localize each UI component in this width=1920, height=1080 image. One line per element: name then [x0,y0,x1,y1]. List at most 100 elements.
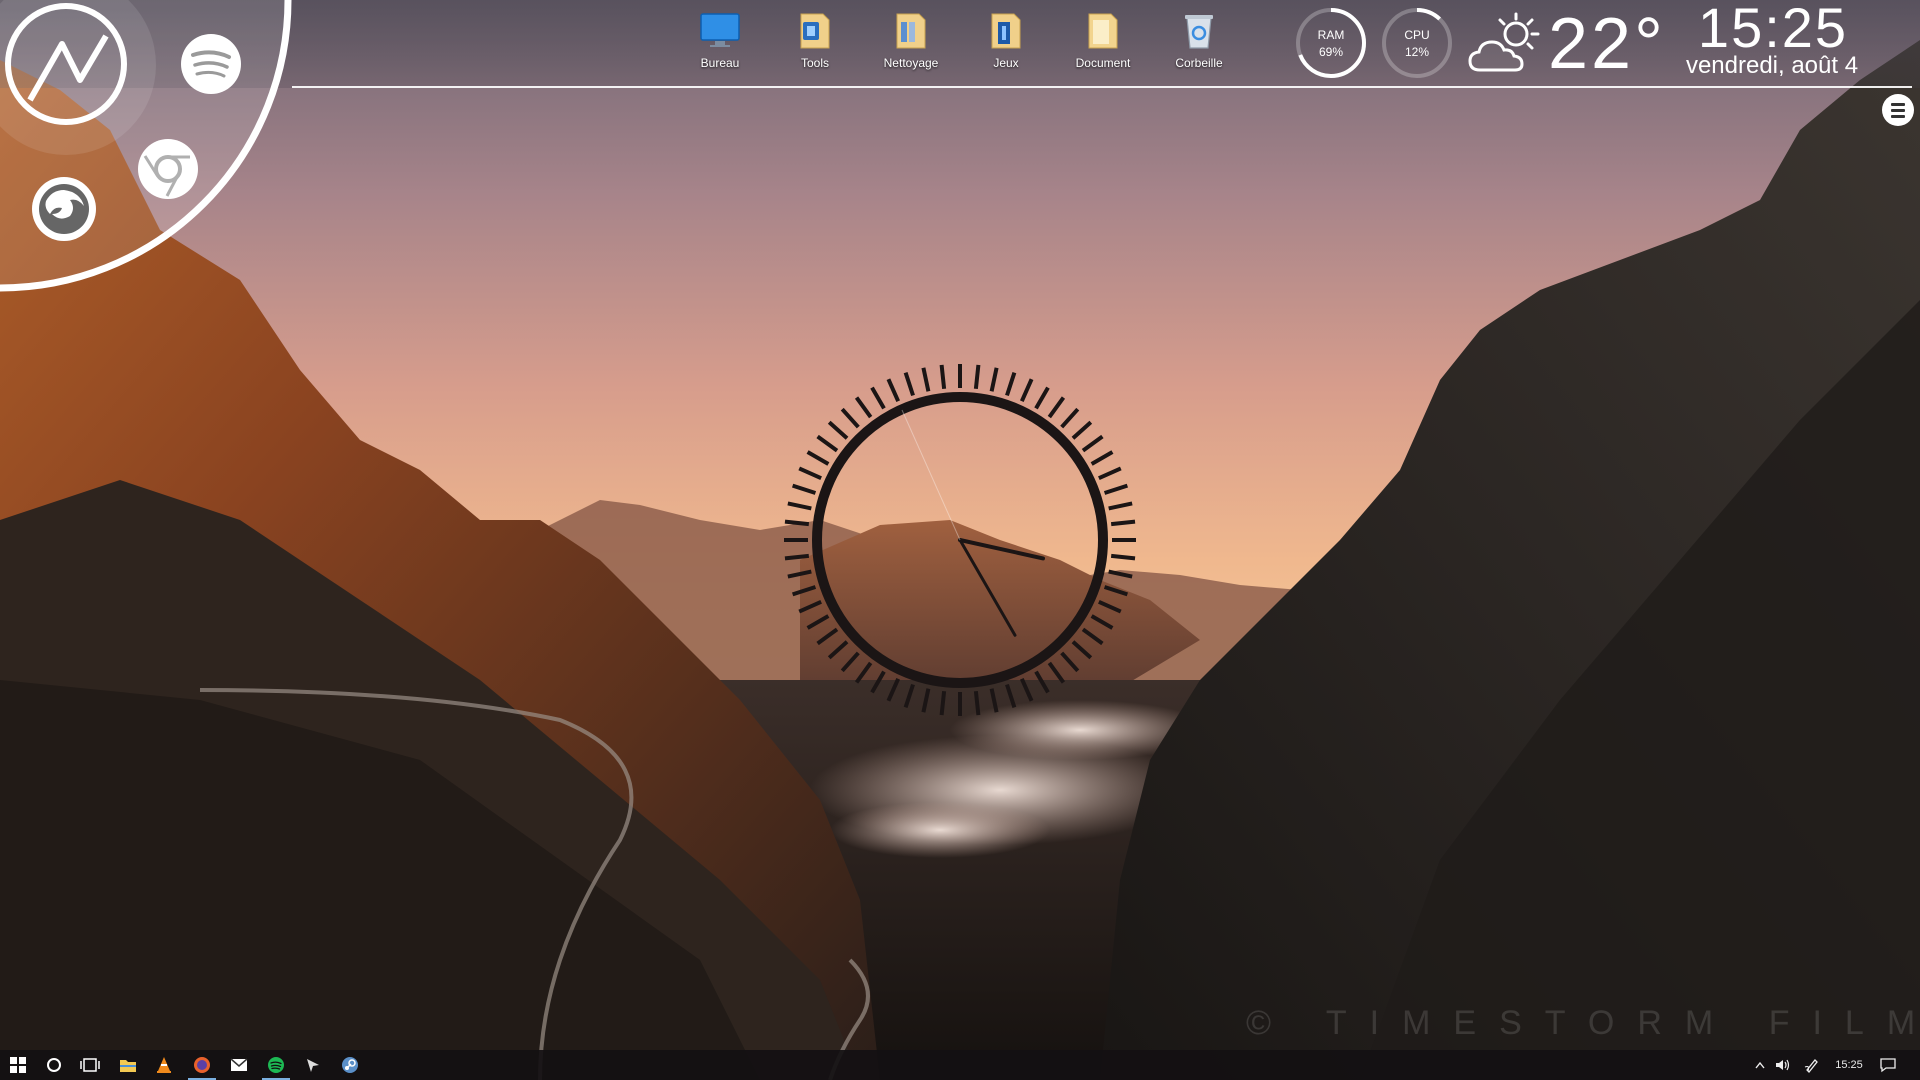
firefox-icon [194,1057,210,1073]
clock-minute-hand [958,538,1017,637]
clock-tick [886,378,901,402]
clock-tick [787,569,812,579]
document-folder-icon [1088,13,1118,49]
clock-tick [784,519,810,527]
clock-tick [1103,483,1129,495]
clock-tick [1047,396,1066,419]
tray-overflow-button[interactable] [1750,1050,1770,1080]
photographer-watermark: © TIMESTORM FILMS [1246,1004,1920,1042]
taskbar-steam[interactable] [332,1050,368,1080]
taskbar-spotify[interactable] [258,1050,294,1080]
chrome-icon[interactable] [138,139,198,199]
clock-hour-hand [958,538,1045,561]
clock-tick [1110,553,1136,561]
shortcut-label: Document [1075,56,1131,70]
volume-button[interactable] [1772,1050,1794,1080]
pen-workspace-button[interactable] [1800,1050,1824,1080]
chevron-up-icon [1755,1061,1765,1069]
menu-icon [1891,103,1905,106]
windows-start-icon [10,1057,26,1073]
shortcut-nettoyage[interactable]: Nettoyage [869,8,953,70]
pin-icon [307,1059,319,1072]
clock-tick [973,690,981,716]
speaker-icon [1776,1059,1790,1071]
hamburger-menu-button[interactable] [1882,94,1914,126]
taskbar-pinned-app[interactable] [295,1050,331,1080]
mail-icon [230,1058,248,1071]
shortcut-bureau[interactable]: Bureau [678,8,762,70]
clock-tick [1090,614,1114,630]
clock-tick [1081,434,1104,453]
firefox-icon[interactable] [32,177,96,241]
shortcut-label: Nettoyage [883,56,939,70]
pen-icon [1804,1059,1818,1073]
spotify-icon [268,1057,284,1073]
clock-tick [989,367,999,392]
shortcut-tools[interactable]: Tools [773,8,857,70]
clock-tick [791,483,817,495]
clock-tick [816,627,839,646]
taskbar-file-explorer[interactable] [110,1050,146,1080]
tools-folder-icon [800,13,830,49]
clock-tick [806,450,830,466]
shortcut-corbeille[interactable]: Corbeille [1157,8,1241,70]
games-folder-icon [991,13,1021,49]
clock-tick [973,364,981,390]
clock-tick [989,688,999,713]
clock-tick [854,396,873,419]
clock-tick [903,371,915,397]
clock-tick [1034,670,1050,694]
start-button[interactable] [0,1050,36,1080]
cpu-gauge: CPU 12% [1380,6,1454,80]
clock-tick [939,690,947,716]
clock-tick [903,683,915,709]
clock-tick [1108,501,1133,511]
shortcut-label: Jeux [993,56,1019,70]
desktop-monitor-icon [700,13,740,47]
clock-tick [1019,678,1034,702]
shortcut-document[interactable]: Document [1061,8,1145,70]
clock-tick [1047,661,1066,684]
clock-tick [784,553,810,561]
clock-tick [1005,371,1017,397]
clock-date: vendredi, août 4 [1685,52,1859,79]
shortcut-label: Tools [800,56,829,70]
clock-tick [1098,599,1122,614]
action-center-button[interactable] [1876,1050,1900,1080]
clock-tick [921,688,931,713]
tray-clock[interactable]: 15:25 [1828,1050,1870,1080]
ram-label: RAM [1317,28,1345,42]
shortcut-jeux[interactable]: Jeux [964,8,1048,70]
clock-tick [870,386,886,410]
clock-tick [921,367,931,392]
clock-tick [854,661,873,684]
clock-tick [840,407,860,429]
partly-sunny-cloud-icon [1468,12,1540,72]
clock-tick [798,466,822,481]
recycle-bin-icon [1185,15,1213,49]
taskbar-vlc[interactable] [146,1050,182,1080]
notification-icon [1880,1058,1896,1073]
file-explorer-icon [120,1060,136,1072]
clock-tick [791,585,817,597]
clock-second-hand [901,409,961,541]
cortana-search-button[interactable] [36,1050,72,1080]
task-view-button[interactable] [72,1050,108,1080]
taskbar-mail[interactable] [221,1050,257,1080]
clock-tick [798,599,822,614]
cleaning-folder-icon [896,13,926,49]
clock-tick [1108,569,1133,579]
clock-tick [886,678,901,702]
cpu-label: CPU [1404,28,1430,42]
ram-value: 69% [1318,45,1344,59]
clock-tick [1005,683,1017,709]
task-view-icon [80,1058,100,1072]
spotify-icon[interactable] [181,34,241,94]
steam-icon [342,1057,358,1073]
top-divider-line [292,86,1912,88]
taskbar-firefox[interactable] [184,1050,220,1080]
clock-tick [1060,407,1080,429]
clock-tick [1110,519,1136,527]
temperature-readout: 22° [1548,4,1666,84]
clock-tick [806,614,830,630]
